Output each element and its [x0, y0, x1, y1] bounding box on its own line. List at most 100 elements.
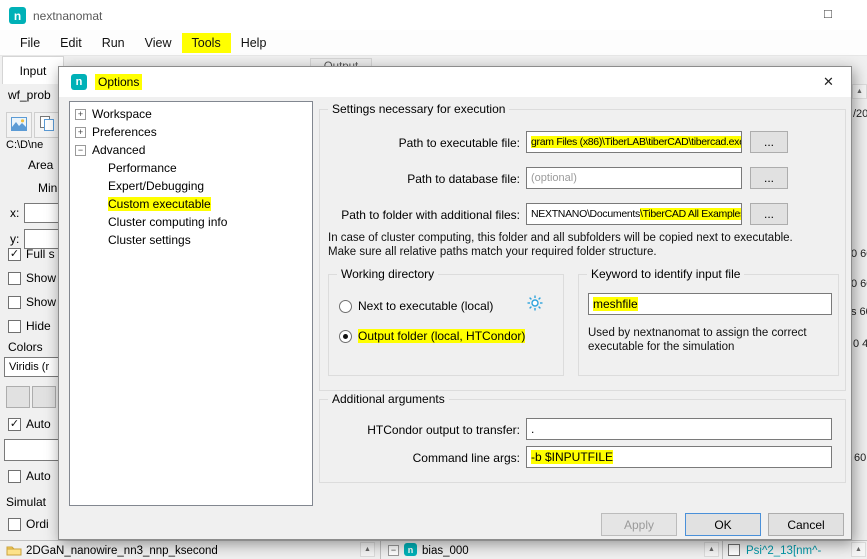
tree-item-label: Preferences — [92, 125, 157, 139]
db-path-placeholder: (optional) — [531, 172, 577, 184]
scroll-up-button[interactable]: ▲ — [852, 84, 867, 99]
edge-fragment: /20 — [853, 108, 867, 120]
browse-label: ... — [764, 207, 774, 221]
tree-item-custom-executable[interactable]: Custom executable — [70, 195, 312, 213]
full-scale-checkbox[interactable]: ✓ Full s — [8, 247, 55, 261]
expand-icon[interactable]: + — [75, 127, 86, 138]
copy-icon — [40, 116, 54, 134]
hide-checkbox[interactable]: Hide — [8, 319, 51, 333]
show-label-2: Show — [26, 295, 56, 309]
file-selector-label[interactable]: wf_prob — [8, 88, 51, 102]
scroll-up-button[interactable]: ▲ — [360, 542, 375, 557]
checkbox-icon[interactable] — [8, 296, 21, 309]
tree-collapse-icon[interactable]: − — [388, 545, 399, 556]
folder-browse-button[interactable]: ... — [750, 203, 788, 225]
hint-lightbulb-icon — [527, 295, 543, 314]
auto-checkbox-1[interactable]: ✓ Auto — [8, 417, 51, 431]
tree-item-performance[interactable]: Performance — [70, 159, 312, 177]
radio-output-folder[interactable]: Output folder (local, HTCondor) — [339, 329, 525, 343]
cancel-button-label: Cancel — [787, 518, 824, 532]
exec-path-field[interactable]: gram Files (x86)\TiberLAB\tiberCAD\tiber… — [526, 131, 742, 153]
ordi-checkbox[interactable]: Ordi — [8, 517, 49, 531]
keyword-field[interactable]: meshfile — [588, 293, 832, 315]
htcondor-output-label: HTCondor output to transfer: — [320, 423, 520, 437]
titlebar: n nextnanomat □ — [0, 0, 867, 30]
cancel-button[interactable]: Cancel — [768, 513, 844, 536]
keyword-value: meshfile — [593, 297, 638, 311]
radio-icon[interactable] — [339, 300, 352, 313]
db-path-field[interactable]: (optional) — [526, 167, 742, 189]
close-icon[interactable]: ✕ — [806, 67, 851, 97]
menu-run[interactable]: Run — [92, 33, 135, 53]
folder-path-prefix: NEXTNANO\Documents — [531, 208, 640, 220]
tree-item-label: Custom executable — [108, 197, 211, 211]
settings-group: Settings necessary for execution Path to… — [319, 109, 846, 391]
apply-button[interactable]: Apply — [601, 513, 677, 536]
menu-view[interactable]: View — [135, 33, 182, 53]
checkbox-icon[interactable] — [8, 272, 21, 285]
color-tool-button-1[interactable] — [6, 386, 30, 408]
folder-path-field[interactable]: NEXTNANO\Documents\TiberCAD All Examples — [526, 203, 742, 225]
db-browse-button[interactable]: ... — [750, 167, 788, 189]
tree-item-workspace[interactable]: + Workspace — [70, 105, 312, 123]
app-window: n nextnanomat □ File Edit Run View Tools… — [0, 0, 867, 559]
radio-output-folder-label: Output folder (local, HTCondor) — [358, 329, 525, 343]
working-directory-title: Working directory — [337, 267, 438, 281]
scroll-up-button[interactable]: ▲ — [851, 542, 866, 557]
exec-path-label: Path to executable file: — [320, 136, 520, 150]
tree-item-cluster-computing-info[interactable]: Cluster computing info — [70, 213, 312, 231]
tree-item-expert-debugging[interactable]: Expert/Debugging — [70, 177, 312, 195]
cmdline-args-field[interactable]: -b $INPUTFILE — [526, 446, 832, 468]
expand-icon[interactable]: + — [75, 109, 86, 120]
export-image-button[interactable] — [6, 112, 32, 138]
checkbox-checked-icon[interactable]: ✓ — [8, 248, 21, 261]
scroll-up-icon: ▲ — [708, 546, 715, 553]
min-label: Min — [38, 181, 57, 195]
tree-item-preferences[interactable]: + Preferences — [70, 123, 312, 141]
bottom-bias-folder[interactable]: bias_000 — [422, 545, 469, 557]
output-folder-icon: n — [404, 543, 417, 556]
menu-file[interactable]: File — [10, 33, 50, 53]
window-title: nextnanomat — [33, 9, 102, 23]
ok-button[interactable]: OK — [685, 513, 761, 536]
additional-arguments-group: Additional arguments HTCondor output to … — [319, 399, 846, 483]
tree-item-cluster-settings[interactable]: Cluster settings — [70, 231, 312, 249]
keyword-group: Keyword to identify input file meshfile … — [578, 274, 839, 376]
auto-checkbox-2[interactable]: Auto — [8, 469, 51, 483]
output-item-name[interactable]: Psi^2_13[nm^- — [746, 545, 821, 557]
edge-fragment: 60 — [854, 452, 866, 464]
keyword-note-line1: Used by nextnanomat to assign the correc… — [588, 327, 807, 339]
collapse-icon[interactable]: − — [75, 145, 86, 156]
colors-label: Colors — [8, 340, 43, 354]
cluster-note-line2: Make sure all relative paths match your … — [328, 246, 657, 258]
color-tool-button-2[interactable] — [32, 386, 56, 408]
simulation-label: Simulat — [6, 495, 46, 509]
colormap-value: Viridis (r — [9, 361, 49, 373]
bottom-folder-name[interactable]: 2DGaN_nanowire_nn3_nnp_ksecond — [26, 545, 218, 557]
copy-button[interactable] — [34, 112, 60, 138]
keyword-group-title: Keyword to identify input file — [587, 267, 744, 281]
menu-tools[interactable]: Tools — [182, 33, 231, 53]
checkbox-icon[interactable] — [8, 320, 21, 333]
checkbox-checked-icon[interactable]: ✓ — [8, 418, 21, 431]
menu-help[interactable]: Help — [231, 33, 277, 53]
radio-selected-icon[interactable] — [339, 330, 352, 343]
maximize-icon[interactable]: □ — [824, 6, 832, 21]
htcondor-output-field[interactable]: . — [526, 418, 832, 440]
output-item-checkbox[interactable] — [728, 544, 740, 556]
checkbox-icon[interactable] — [8, 518, 21, 531]
tree-item-advanced[interactable]: − Advanced — [70, 141, 312, 159]
cmdline-args-label: Command line args: — [320, 451, 520, 465]
tree-item-label: Performance — [108, 161, 177, 175]
options-dialog: n Options ✕ + Workspace + Preferences − … — [58, 66, 852, 540]
show-checkbox-2[interactable]: Show — [8, 295, 56, 309]
checkbox-icon[interactable] — [8, 470, 21, 483]
image-icon — [11, 117, 27, 134]
exec-browse-button[interactable]: ... — [750, 131, 788, 153]
radio-next-to-executable[interactable]: Next to executable (local) — [339, 299, 493, 313]
menu-edit[interactable]: Edit — [50, 33, 92, 53]
auto-label-2: Auto — [26, 469, 51, 483]
show-checkbox-1[interactable]: Show — [8, 271, 56, 285]
scroll-up-button[interactable]: ▲ — [704, 542, 719, 557]
tab-input[interactable]: Input — [2, 56, 64, 84]
